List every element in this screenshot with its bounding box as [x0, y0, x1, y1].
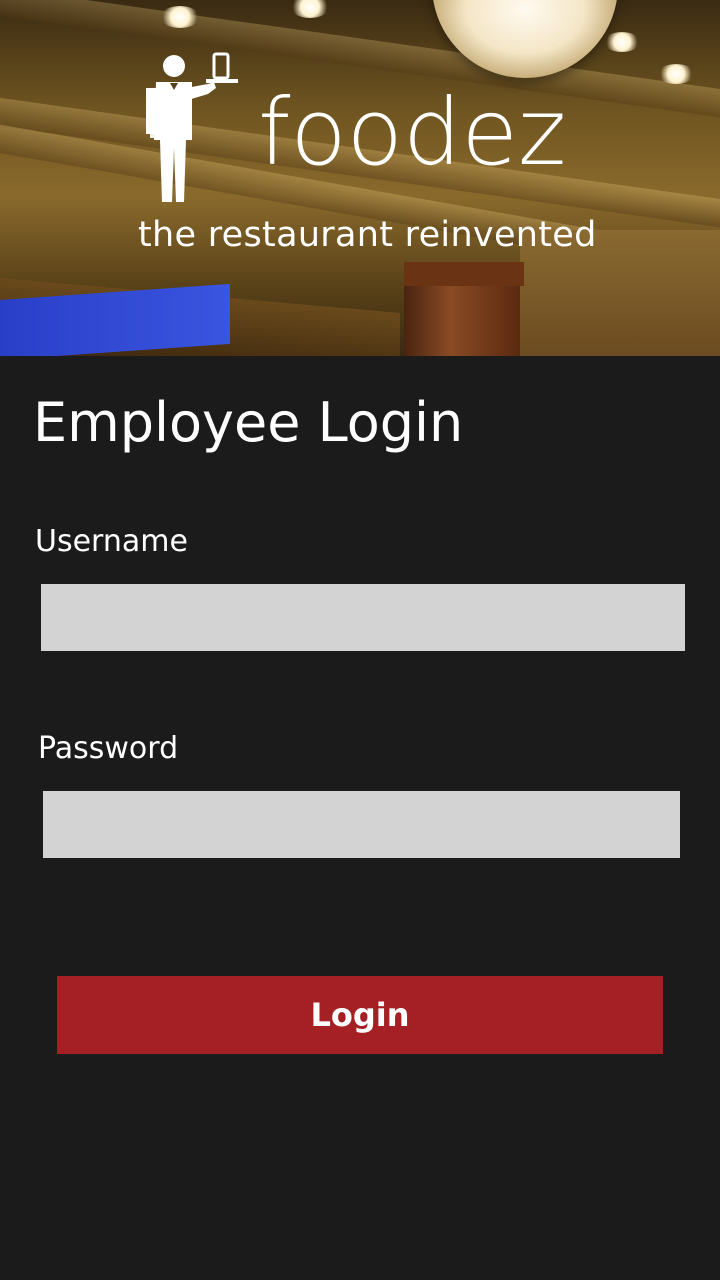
- username-label: Username: [35, 524, 188, 559]
- page-title: Employee Login: [33, 391, 464, 454]
- password-label: Password: [38, 731, 179, 766]
- login-button[interactable]: Login: [57, 976, 663, 1054]
- brand-tagline: the restaurant reinvented: [138, 215, 597, 255]
- waiter-with-tray-icon: [146, 52, 238, 202]
- username-input[interactable]: [41, 584, 685, 651]
- brand-name: foodez: [258, 79, 567, 186]
- password-input[interactable]: [43, 791, 680, 858]
- header-banner: foodez the restaurant reinvented: [0, 0, 720, 356]
